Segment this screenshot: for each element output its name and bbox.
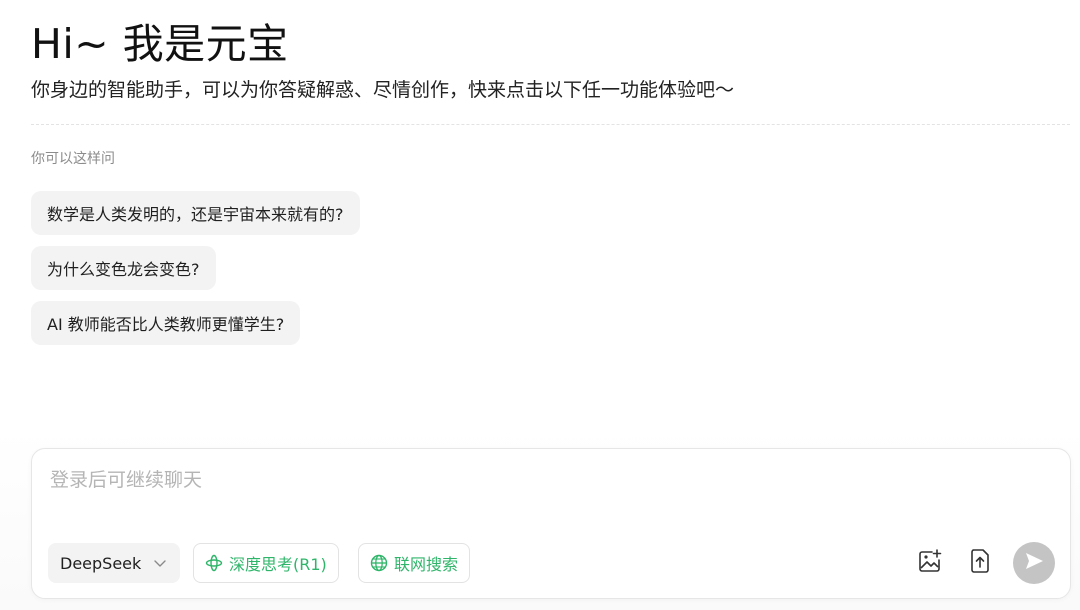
chevron-down-icon	[152, 555, 168, 571]
chat-composer: DeepSeek 深度思考(R1)	[31, 448, 1071, 599]
image-add-button[interactable]	[916, 549, 944, 577]
deep-think-label: 深度思考(R1)	[229, 555, 327, 574]
web-search-button[interactable]: 联网搜索	[358, 543, 471, 583]
suggestion-list: 数学是人类发明的，还是宇宙本来就有的? 为什么变色龙会变色? AI 教师能否比人…	[31, 191, 360, 345]
globe-icon	[370, 554, 388, 572]
model-select-label: DeepSeek	[60, 553, 142, 573]
divider	[31, 124, 1070, 125]
page-subtitle: 你身边的智能助手，可以为你答疑解惑、尽情创作，快来点击以下任一功能体验吧～	[31, 79, 735, 101]
send-button[interactable]	[1013, 542, 1055, 584]
web-search-label: 联网搜索	[394, 555, 459, 574]
suggestion-chip[interactable]: 数学是人类发明的，还是宇宙本来就有的?	[31, 191, 360, 235]
deep-think-button[interactable]: 深度思考(R1)	[193, 543, 339, 583]
suggestion-chip[interactable]: AI 教师能否比人类教师更懂学生?	[31, 301, 301, 345]
suggestion-chip[interactable]: 为什么变色龙会变色?	[31, 246, 216, 290]
model-select[interactable]: DeepSeek	[48, 543, 180, 583]
chat-input[interactable]	[50, 463, 1050, 497]
page-title: Hi~ 我是元宝	[31, 20, 289, 68]
file-upload-button[interactable]	[966, 549, 994, 577]
chat-page: Hi~ 我是元宝 你身边的智能助手，可以为你答疑解惑、尽情创作，快来点击以下任一…	[0, 0, 1080, 610]
atom-icon	[205, 554, 223, 572]
image-add-icon	[917, 548, 943, 578]
send-icon	[1023, 550, 1045, 576]
file-upload-icon	[968, 548, 992, 578]
suggestions-label: 你可以这样问	[31, 151, 115, 167]
